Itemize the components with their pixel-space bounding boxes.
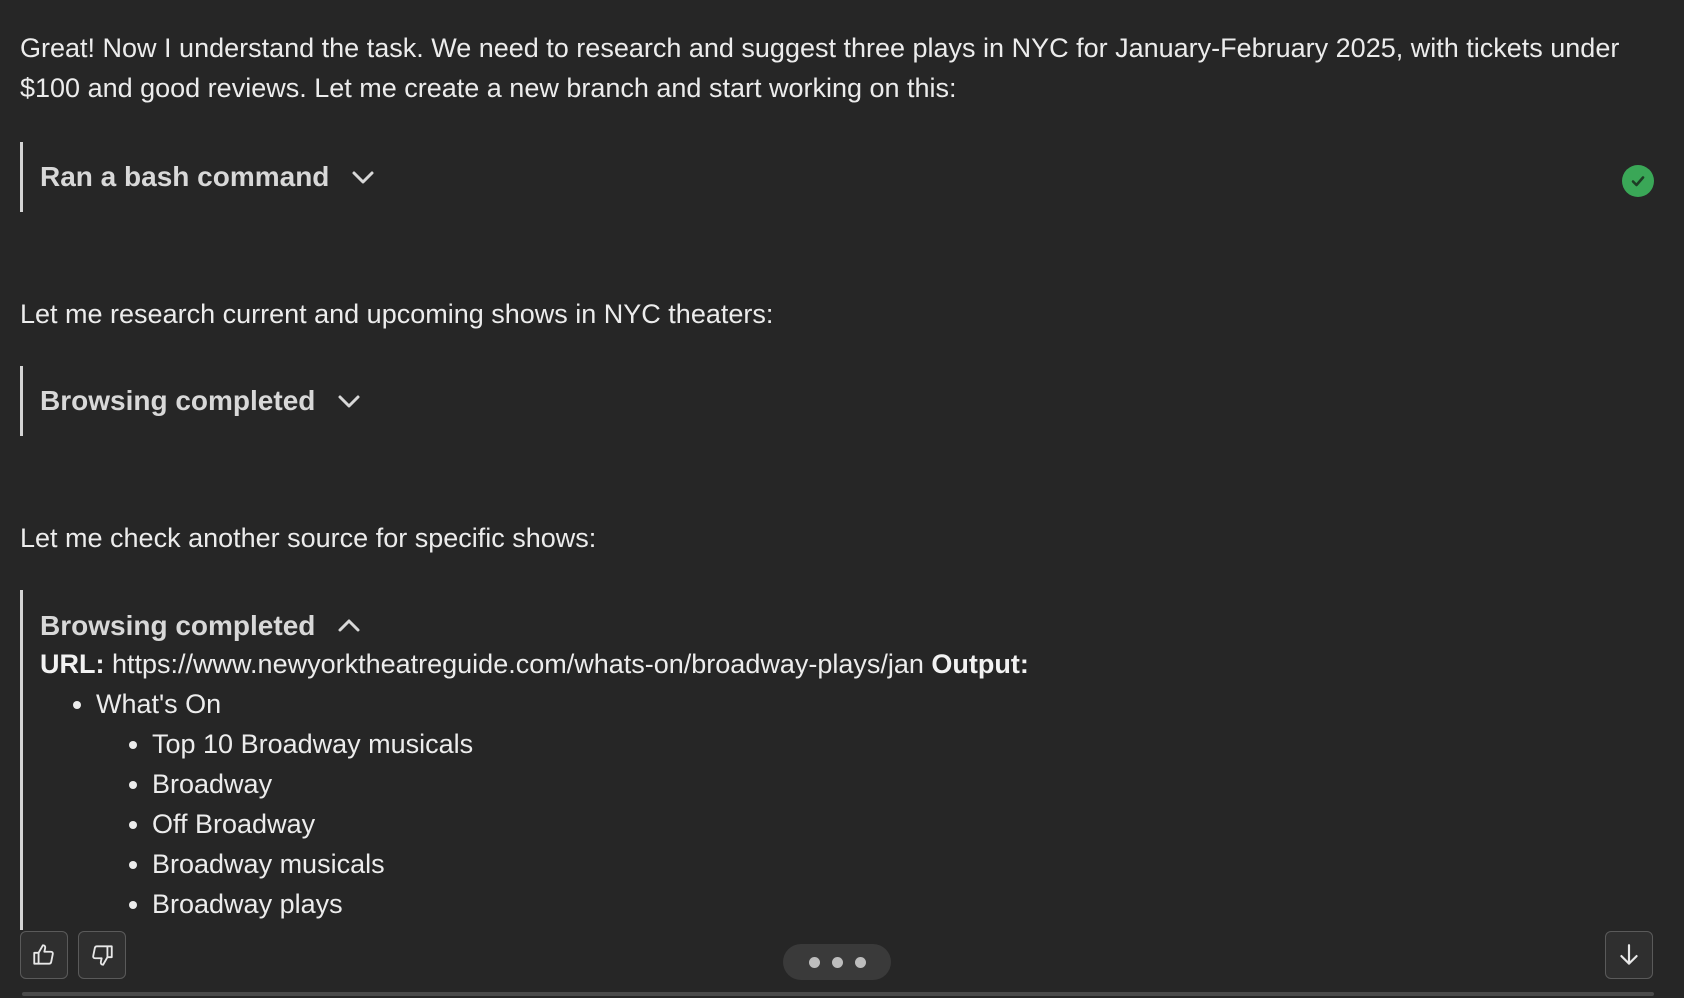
- browsing-2-title: Browsing completed: [40, 610, 316, 641]
- browsing-2-output: URL: https://www.newyorktheatreguide.com…: [40, 644, 1029, 924]
- list-item: Broadway plays: [152, 884, 1029, 924]
- output-list: What's On Top 10 Broadway musicals Broad…: [40, 684, 1029, 924]
- bash-command-block: Ran a bash command: [20, 142, 1660, 212]
- list-item: What's On Top 10 Broadway musicals Broad…: [96, 684, 1029, 924]
- list-item: Broadway musicals: [152, 844, 1029, 884]
- thumbs-up-icon: [33, 944, 54, 965]
- assistant-message-check: Let me check another source for specific…: [20, 523, 597, 553]
- browsing-1-toggle[interactable]: Browsing completed: [40, 366, 363, 436]
- ellipsis-icon: [854, 956, 866, 968]
- assistant-message-research: Let me research current and upcoming sho…: [20, 299, 774, 329]
- thumbs-down-button[interactable]: [78, 931, 126, 979]
- browse-url: https://www.newyorktheatreguide.com/what…: [112, 649, 924, 679]
- output-sublist: Top 10 Broadway musicals Broadway Off Br…: [96, 724, 1029, 924]
- list-item: Broadway: [152, 764, 1029, 804]
- output-label: Output:: [931, 649, 1029, 679]
- arrow-down-icon: [1620, 944, 1638, 965]
- url-label: URL:: [40, 649, 105, 679]
- browsing-block-2: Browsing completed URL: https://www.newy…: [20, 590, 1029, 930]
- thumbs-up-button[interactable]: [20, 931, 68, 979]
- check-circle-icon: [1622, 165, 1654, 197]
- browsing-1-title: Browsing completed: [40, 385, 316, 416]
- list-item-label: What's On: [96, 689, 222, 719]
- list-item: Top 10 Broadway musicals: [152, 724, 1029, 764]
- chevron-up-icon: [335, 612, 363, 640]
- thumbs-down-icon: [92, 945, 113, 966]
- input-box-edge: [22, 992, 1654, 996]
- chevron-down-icon: [335, 387, 363, 415]
- more-options-button[interactable]: [783, 944, 891, 980]
- ellipsis-icon: [831, 956, 843, 968]
- bash-command-title: Ran a bash command: [40, 161, 330, 192]
- browse-url-line: URL: https://www.newyorktheatreguide.com…: [40, 644, 1029, 684]
- list-item: Off Broadway: [152, 804, 1029, 844]
- ellipsis-icon: [808, 956, 820, 968]
- bash-command-toggle[interactable]: Ran a bash command: [40, 142, 1660, 212]
- scroll-to-bottom-button[interactable]: [1605, 931, 1653, 979]
- browsing-block-1: Browsing completed: [20, 366, 363, 436]
- assistant-message-intro: Great! Now I understand the task. We nee…: [20, 33, 1620, 103]
- chevron-down-icon: [349, 163, 377, 191]
- chat-transcript: Great! Now I understand the task. We nee…: [0, 0, 1684, 998]
